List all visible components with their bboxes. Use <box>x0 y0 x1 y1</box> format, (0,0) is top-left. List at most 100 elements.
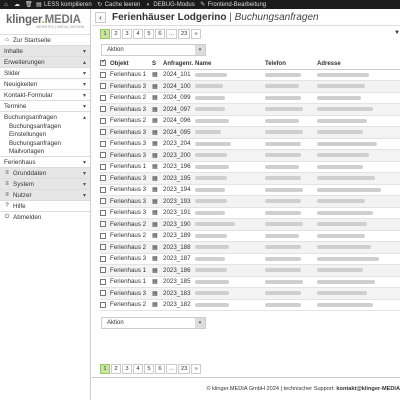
cell-anfragenr[interactable]: 2023_187 <box>163 253 195 265</box>
cell-anfragenr[interactable]: 2023_185 <box>163 276 195 288</box>
sidebar-item-termine[interactable]: Termine ▾ <box>0 100 90 111</box>
calendar-icon[interactable]: ▦ <box>152 149 163 162</box>
logo[interactable]: klinger.MEDIA WEBSITES | MEDIA | DESIGN <box>0 9 90 34</box>
calendar-icon[interactable]: ▦ <box>152 184 163 196</box>
column-header-objekt[interactable]: Objekt <box>110 59 152 70</box>
table-row[interactable]: Ferienhaus 3 ▦ 2023_194 <box>100 184 400 196</box>
table-row[interactable]: Ferienhaus 2 ▦ 2023_189 <box>100 230 400 242</box>
toolbar-item-refresh[interactable]: ↻ Cache leeren <box>97 2 140 8</box>
table-row[interactable]: Ferienhaus 1 ▦ 2023_185 <box>100 276 400 288</box>
table-row[interactable]: Ferienhaus 2 ▦ 2023_190 <box>100 218 400 231</box>
sidebar-subitem[interactable]: Buchungsanfragen Einstellungen <box>9 122 90 139</box>
page-button[interactable]: 5 <box>144 28 154 39</box>
table-row[interactable]: Ferienhaus 1 ▦ 2023_186 <box>100 264 400 277</box>
back-button[interactable]: ‹ <box>95 11 106 23</box>
cell-anfragenr[interactable]: 2023_183 <box>163 287 195 300</box>
table-row[interactable]: Ferienhaus 3 ▦ 2023_183 <box>100 287 400 300</box>
calendar-icon[interactable]: ▦ <box>152 69 163 81</box>
table-row[interactable]: Ferienhaus 3 ▦ 2023_204 <box>100 138 400 150</box>
sidebar-item-ferienhaus[interactable]: Ferienhaus ▾ <box>0 156 90 167</box>
cell-anfragenr[interactable]: 2023_182 <box>163 299 195 311</box>
sidebar-item-grunddaten[interactable]: ≡ Grunddaten ▾ <box>0 167 90 178</box>
calendar-icon[interactable]: ▦ <box>152 276 163 288</box>
sidebar-item-nutzer[interactable]: ≡ Nutzer ▾ <box>0 189 90 200</box>
page-button[interactable]: 2 <box>111 28 121 39</box>
toolbar-item-home[interactable]: ⌂ <box>3 2 9 8</box>
next-page-button[interactable]: » <box>191 364 202 374</box>
bulk-action-select-bottom[interactable]: Aktion ▾ <box>101 317 206 329</box>
filter-icon[interactable]: ▼ <box>394 30 400 36</box>
sidebar-item-abmelden[interactable]: ⏻ Abmelden <box>0 211 90 222</box>
calendar-icon[interactable]: ▦ <box>152 218 163 231</box>
row-checkbox[interactable] <box>100 276 110 288</box>
row-checkbox[interactable] <box>100 287 110 300</box>
table-row[interactable]: Ferienhaus 2 ▦ 2023_182 <box>100 299 400 311</box>
row-checkbox[interactable] <box>100 149 110 162</box>
calendar-icon[interactable]: ▦ <box>152 264 163 277</box>
table-row[interactable]: Ferienhaus 2 ▦ 2023_188 <box>100 241 400 254</box>
toolbar-item-edit[interactable]: ✎ Frontend-Bearbeitung <box>200 2 266 8</box>
page-button[interactable]: ... <box>166 28 177 39</box>
sidebar-item-inhalte[interactable]: Inhalte ▾ <box>0 45 90 56</box>
cell-anfragenr[interactable]: 2023_194 <box>163 184 195 196</box>
column-header-adresse[interactable]: Adresse <box>317 59 400 70</box>
row-checkbox[interactable] <box>100 195 110 208</box>
calendar-icon[interactable]: ▦ <box>152 241 163 254</box>
calendar-icon[interactable]: ▦ <box>152 172 163 185</box>
calendar-icon[interactable]: ▦ <box>152 299 163 311</box>
sidebar-item-system[interactable]: ≡ System ▾ <box>0 178 90 189</box>
toolbar-item-toggle[interactable]: ◐ DEBUG-Modus <box>145 2 195 8</box>
row-checkbox[interactable] <box>100 264 110 277</box>
page-button[interactable]: 2 <box>111 364 121 374</box>
cell-anfragenr[interactable]: 2024_101 <box>163 69 195 81</box>
cell-anfragenr[interactable]: 2023_188 <box>163 241 195 254</box>
page-button[interactable]: 3 <box>122 364 132 374</box>
table-row[interactable]: Ferienhaus 3 ▦ 2023_195 <box>100 172 400 185</box>
table-row[interactable]: Ferienhaus 2 ▦ 2024_096 <box>100 115 400 127</box>
sidebar-item-kontakt-formular[interactable]: Kontakt-Formular ▾ <box>0 89 90 100</box>
page-button[interactable]: 5 <box>144 364 154 374</box>
row-checkbox[interactable] <box>100 161 110 173</box>
sidebar-item-buchungsanfragen[interactable]: Buchungsanfragen ▴ <box>0 111 90 122</box>
row-checkbox[interactable] <box>100 253 110 265</box>
page-button[interactable]: 6 <box>155 364 165 374</box>
next-page-button[interactable]: » <box>191 28 202 39</box>
cell-anfragenr[interactable]: 2023_193 <box>163 195 195 208</box>
table-row[interactable]: Ferienhaus 3 ▦ 2023_187 <box>100 253 400 265</box>
cell-anfragenr[interactable]: 2023_186 <box>163 264 195 277</box>
toolbar-item-file[interactable]: ▤ LESS kompilieren <box>36 2 92 8</box>
page-button[interactable]: 6 <box>155 28 165 39</box>
row-checkbox[interactable] <box>100 126 110 139</box>
cell-anfragenr[interactable]: 2024_096 <box>163 115 195 127</box>
calendar-icon[interactable]: ▦ <box>152 80 163 93</box>
table-row[interactable]: Ferienhaus 3 ▦ 2024_097 <box>100 103 400 116</box>
table-row[interactable]: Ferienhaus 1 ▦ 2023_196 <box>100 161 400 173</box>
table-row[interactable]: Ferienhaus 3 ▦ 2024_095 <box>100 126 400 139</box>
row-checkbox[interactable] <box>100 92 110 104</box>
row-checkbox[interactable] <box>100 207 110 219</box>
row-checkbox[interactable] <box>100 103 110 116</box>
cell-anfragenr[interactable]: 2023_190 <box>163 218 195 231</box>
table-row[interactable]: Ferienhaus 3 ▦ 2023_200 <box>100 149 400 162</box>
page-button[interactable]: 1 <box>100 364 110 374</box>
page-button[interactable]: ... <box>166 364 177 374</box>
table-row[interactable]: Ferienhaus 3 ▦ 2023_193 <box>100 195 400 208</box>
select-all-checkbox[interactable] <box>100 59 110 70</box>
calendar-icon[interactable]: ▦ <box>152 161 163 173</box>
page-button[interactable]: 1 <box>100 28 110 39</box>
calendar-icon[interactable]: ▦ <box>152 92 163 104</box>
calendar-icon[interactable]: ▦ <box>152 103 163 116</box>
table-row[interactable]: Ferienhaus 2 ▦ 2024_099 <box>100 92 400 104</box>
column-header-telefon[interactable]: Telefon <box>265 59 317 70</box>
calendar-icon[interactable]: ▦ <box>152 230 163 242</box>
page-button[interactable]: 4 <box>133 28 143 39</box>
cell-anfragenr[interactable]: 2023_189 <box>163 230 195 242</box>
sidebar-item-slider[interactable]: Slider ▾ <box>0 67 90 78</box>
row-checkbox[interactable] <box>100 230 110 242</box>
column-header-name[interactable]: Name <box>195 59 265 70</box>
page-button[interactable]: 23 <box>177 28 191 39</box>
calendar-icon[interactable]: ▦ <box>152 138 163 150</box>
calendar-icon[interactable]: ▦ <box>152 115 163 127</box>
row-checkbox[interactable] <box>100 218 110 231</box>
toolbar-item-cloud[interactable]: ☁ <box>14 2 20 8</box>
